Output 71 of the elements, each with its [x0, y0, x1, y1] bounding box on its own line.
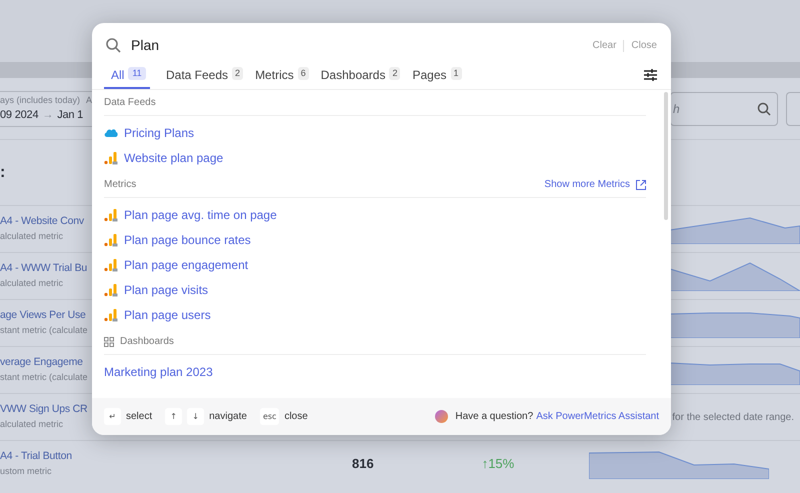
section-heading: :	[0, 162, 6, 182]
result-link[interactable]: Plan page users	[124, 306, 211, 324]
result-link[interactable]: Plan page avg. time on page	[124, 206, 277, 224]
metric-name[interactable]: A4 - Trial Button	[0, 449, 92, 466]
result-link[interactable]: Website plan page	[124, 148, 224, 166]
filter-tab[interactable]: Pages 1	[412, 66, 462, 89]
result-link[interactable]: Plan page bounce rates	[124, 230, 251, 248]
bar-chart-icon	[104, 282, 118, 296]
metric-change: ↑15%	[482, 455, 514, 474]
count-badge: 1	[450, 67, 462, 80]
key-cap: esc	[260, 408, 280, 425]
grid-icon	[104, 336, 114, 346]
metric-type: alculated metric	[0, 277, 64, 290]
bar-chart-icon	[104, 150, 118, 164]
date-range-label: ays (includes today)	[0, 94, 80, 107]
result-link[interactable]: Marketing plan 2023	[104, 362, 213, 380]
result-link[interactable]: Plan page engagement	[124, 256, 248, 274]
search-input[interactable]: Plan	[131, 35, 593, 56]
show-more-link[interactable]: Show more Metrics	[544, 177, 646, 192]
key-cap: ↓	[187, 408, 204, 425]
dropdown-field[interactable]	[786, 92, 800, 126]
metric-type: alculated metric	[0, 230, 64, 244]
filter-tab[interactable]: Dashboards 2	[320, 66, 400, 89]
scrollbar[interactable]	[664, 92, 668, 220]
external-link-icon	[636, 180, 646, 190]
section-title: Data Feeds	[104, 96, 156, 110]
count-badge: 11	[128, 67, 146, 80]
metric-name[interactable]: verage Engageme	[0, 355, 92, 372]
result-link[interactable]: Plan page visits	[124, 280, 208, 298]
empty-note: for the selected date range.	[672, 410, 794, 424]
filter-settings-icon[interactable]	[644, 69, 657, 81]
date-range-label: A	[86, 94, 92, 106]
arrow-text: →	[42, 108, 54, 123]
filter-tab[interactable]: Metrics 6	[255, 66, 309, 89]
filter-tab[interactable]: Data Feeds 2	[166, 66, 244, 89]
count-badge: 6	[298, 67, 309, 80]
cloud-icon	[104, 128, 118, 138]
metric-type: stant metric (calculate	[0, 371, 89, 384]
metric-type: alculated metric	[0, 418, 64, 432]
hint-label: navigate	[209, 410, 247, 424]
count-badge: 2	[232, 67, 244, 80]
bar-chart-icon	[104, 208, 118, 222]
bar-chart-icon	[104, 258, 118, 272]
metric-name[interactable]: VWW Sign Ups CR	[0, 402, 92, 418]
assistant-link[interactable]: Ask PowerMetrics Assistant	[536, 409, 659, 424]
hint-label: select	[126, 410, 152, 424]
assistant-icon	[435, 410, 448, 423]
section-title: Dashboards	[120, 335, 174, 349]
question-text: Have a question?	[455, 410, 534, 424]
metric-type: ustom metric	[0, 465, 53, 478]
section-title: Metrics	[104, 178, 136, 192]
metric-value: 816	[352, 455, 374, 474]
count-badge: 2	[389, 67, 400, 80]
end-date: Jan 1	[57, 108, 84, 123]
key-cap: ↵	[104, 408, 121, 425]
search-icon	[757, 102, 771, 116]
clear-button[interactable]: Clear	[592, 38, 616, 53]
key-cap: ↑	[165, 408, 182, 425]
result-link[interactable]: Pricing Plans	[124, 124, 194, 142]
search-icon	[106, 38, 121, 53]
metric-name[interactable]: A4 - WWW Trial Bu	[0, 261, 92, 278]
metric-type: stant metric (calculate	[0, 324, 89, 338]
filter-tab[interactable]: All 11	[104, 66, 150, 89]
search-placeholder: h	[673, 100, 680, 118]
bar-chart-icon	[104, 232, 118, 246]
start-date: 09 2024	[0, 108, 38, 123]
metric-name[interactable]: A4 - Website Conv	[0, 214, 92, 230]
hint-label: close	[284, 410, 308, 424]
close-button[interactable]: Close	[631, 38, 657, 53]
metric-name[interactable]: age Views Per Use	[0, 308, 92, 324]
bar-chart-icon	[104, 308, 118, 322]
